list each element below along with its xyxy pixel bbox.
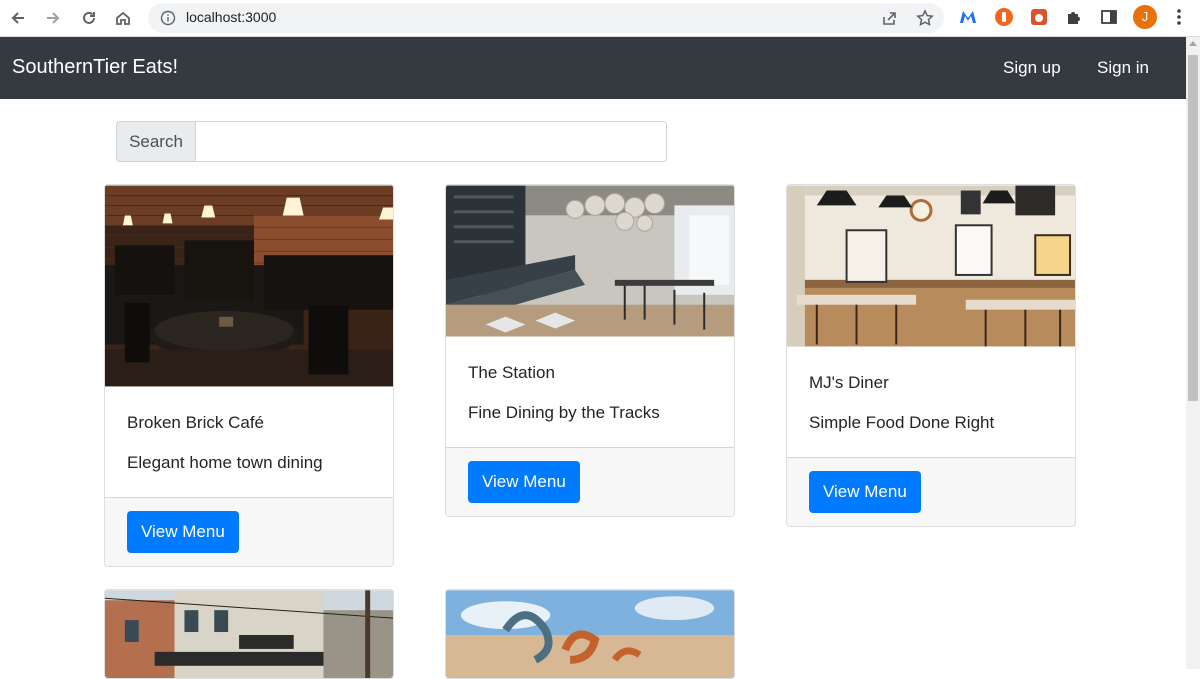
restaurant-photo: [446, 185, 734, 337]
more-menu-icon[interactable]: [1168, 6, 1190, 28]
restaurant-name: MJ's Diner: [809, 373, 889, 392]
signin-link[interactable]: Sign in: [1097, 58, 1149, 78]
scroll-thumb[interactable]: [1188, 55, 1198, 401]
view-menu-button[interactable]: View Menu: [468, 461, 580, 503]
restaurant-card: Broken Brick Café Elegant home town dini…: [104, 184, 394, 567]
restaurant-card: [104, 589, 394, 679]
search-group: Search: [116, 121, 667, 162]
restaurant-tagline: Fine Dining by the Tracks: [468, 403, 660, 422]
signup-link[interactable]: Sign up: [1003, 58, 1061, 78]
brave-extension-icon[interactable]: [993, 6, 1015, 28]
side-panel-icon[interactable]: [1098, 6, 1120, 28]
search-input[interactable]: [196, 121, 667, 162]
reload-icon[interactable]: [77, 6, 101, 30]
restaurant-card: The Station Fine Dining by the Tracks Vi…: [445, 184, 735, 517]
profile-avatar[interactable]: J: [1133, 5, 1157, 29]
forward-icon[interactable]: [41, 6, 65, 30]
restaurant-name: The Station: [468, 363, 555, 382]
home-icon[interactable]: [111, 6, 135, 30]
restaurant-card: [445, 589, 735, 679]
card-footer: View Menu: [787, 457, 1075, 526]
restaurant-tagline: Simple Food Done Right: [809, 413, 995, 432]
share-icon[interactable]: [880, 9, 898, 32]
restaurant-card: MJ's Diner Simple Food Done Right View M…: [786, 184, 1076, 527]
extensions-puzzle-icon[interactable]: [1063, 6, 1085, 28]
restaurant-photo: [105, 185, 393, 387]
bug-extension-icon[interactable]: [1028, 6, 1050, 28]
address-bar[interactable]: localhost:3000: [148, 3, 944, 33]
restaurant-name: Broken Brick Café: [127, 413, 264, 432]
view-menu-button[interactable]: View Menu: [127, 511, 239, 553]
view-menu-button[interactable]: View Menu: [809, 471, 921, 513]
site-info-icon[interactable]: [160, 10, 176, 31]
page-scrollbar[interactable]: [1186, 37, 1200, 669]
bookmark-star-icon[interactable]: [916, 9, 934, 32]
restaurant-tagline: Elegant home town dining: [127, 453, 323, 472]
app-navbar: SouthernTier Eats! Sign up Sign in: [0, 37, 1186, 99]
malwarebytes-extension-icon[interactable]: [957, 6, 979, 28]
card-footer: View Menu: [446, 447, 734, 516]
card-footer: View Menu: [105, 497, 393, 566]
search-label: Search: [116, 121, 196, 162]
restaurant-photo: [105, 590, 393, 678]
url-text: localhost:3000: [186, 9, 277, 25]
restaurant-photo: [787, 185, 1075, 347]
browser-toolbar: localhost:3000 J: [0, 0, 1200, 37]
restaurant-photo: [446, 590, 734, 678]
scroll-up-arrow-icon[interactable]: [1189, 41, 1197, 46]
brand-title[interactable]: SouthernTier Eats!: [12, 56, 178, 79]
back-icon[interactable]: [6, 6, 30, 30]
